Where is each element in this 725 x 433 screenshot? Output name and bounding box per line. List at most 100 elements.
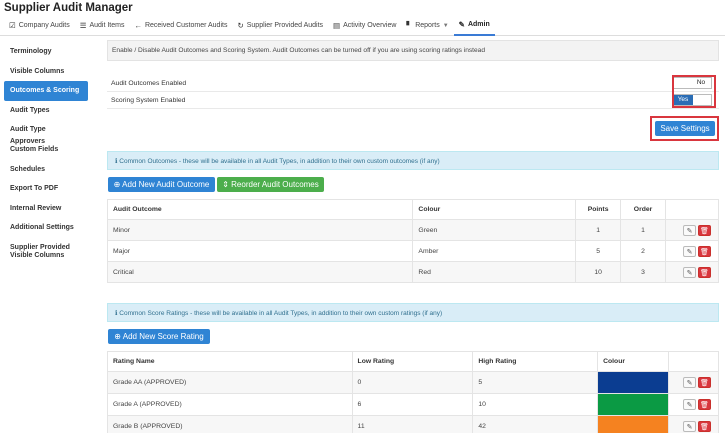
highlight-box-toggles: [672, 75, 716, 108]
outcome-order: 2: [620, 240, 667, 262]
row-actions: ✎ 🗑: [668, 393, 719, 416]
rating-high: 5: [472, 371, 599, 394]
sidebar-item-additional-settings[interactable]: Additional Settings: [4, 218, 88, 238]
sidebar-item-schedules[interactable]: Schedules: [4, 160, 88, 180]
edit-icon[interactable]: ✎: [683, 421, 696, 432]
table-row: Grade AA (APPROVED) 0 5 ✎ 🗑: [107, 371, 719, 394]
nav-audit-items[interactable]: ☰ Audit Items: [75, 16, 130, 36]
add-score-rating-button[interactable]: ⊕ Add New Score Rating: [108, 329, 210, 344]
highlight-box-save: [650, 116, 719, 141]
colour-swatch: [598, 394, 669, 415]
rating-colour-cell: [597, 393, 670, 416]
outcome-points: 5: [575, 240, 622, 262]
table-row: Grade A (APPROVED) 6 10 ✎ 🗑: [107, 393, 719, 416]
col-actions: [668, 351, 719, 372]
row-actions: ✎ 🗑: [665, 240, 719, 262]
table-row: Major Amber 5 2 ✎ 🗑: [106, 240, 719, 262]
sidebar-item-audit-type-approvers[interactable]: Audit Type Approvers: [4, 120, 88, 145]
trash-icon[interactable]: 🗑: [698, 421, 711, 432]
trash-icon[interactable]: 🗑: [698, 266, 711, 278]
col-audit-outcome: Audit Outcome: [106, 199, 414, 220]
sort-icon: ⇕: [222, 180, 229, 189]
info-circle-icon: ℹ: [115, 158, 118, 165]
col-points: Points: [575, 199, 622, 220]
wrench-icon: ✎: [458, 20, 465, 29]
top-nav: ☑ Company Audits ☰ Audit Items ← Received C…: [0, 15, 725, 36]
nav-label: Admin: [467, 21, 490, 28]
col-colour: Colour: [597, 351, 670, 372]
outcomes-table: Audit Outcome Colour Points Order Minor …: [106, 199, 719, 283]
outcome-order: 3: [620, 261, 667, 283]
outcome-points: 1: [575, 219, 622, 241]
nav-supplier-provided-audits[interactable]: ↻ Supplier Provided Audits: [232, 16, 328, 36]
sidebar-item-export-to-pdf[interactable]: Export To PDF: [4, 179, 88, 199]
sidebar-item-visible-columns[interactable]: Visible Columns: [4, 62, 88, 82]
list-icon: ☰: [79, 21, 87, 30]
add-audit-outcome-button[interactable]: ⊕ Add New Audit Outcome: [108, 177, 215, 192]
trash-icon[interactable]: 🗑: [698, 399, 711, 410]
grid-icon: ▤: [333, 21, 341, 30]
nav-admin[interactable]: ✎ Admin: [453, 15, 495, 36]
caret-down-icon: ▼: [442, 22, 449, 29]
col-actions: [665, 199, 719, 220]
settings-description: Enable / Disable Audit Outcomes and Scor…: [107, 40, 719, 61]
colour-swatch: [598, 372, 669, 393]
col-rating-name: Rating Name: [107, 351, 353, 372]
col-colour: Colour: [412, 199, 577, 220]
nav-label: Supplier Provided Audits: [246, 22, 324, 29]
refresh-icon: ↻: [237, 21, 244, 30]
trash-icon[interactable]: 🗑: [698, 245, 711, 257]
row-actions: ✎ 🗑: [665, 219, 719, 241]
ratings-table: Rating Name Low Rating High Rating Colou…: [107, 351, 719, 433]
sidebar-item-supplier-visible-columns[interactable]: Supplier Provided Visible Columns: [4, 238, 88, 266]
nav-received-customer-audits[interactable]: ← Received Customer Audits: [129, 16, 232, 36]
nav-label: Received Customer Audits: [144, 22, 228, 29]
outcomes-info-text: Common Outcomes - these will be availabl…: [119, 158, 440, 165]
edit-icon[interactable]: ✎: [683, 399, 696, 410]
check-square-icon: ☑: [9, 21, 16, 30]
sidebar-item-audit-types[interactable]: Audit Types: [4, 101, 88, 121]
rating-name: Grade A (APPROVED): [107, 393, 353, 416]
nav-label: Company Audits: [18, 22, 70, 29]
outcome-colour: Green: [412, 219, 577, 241]
nav-label: Reports: [415, 22, 440, 29]
rating-colour-cell: [597, 371, 670, 394]
rating-low: 11: [351, 415, 474, 433]
row-actions: ✎ 🗑: [668, 415, 719, 433]
reorder-audit-outcomes-button[interactable]: ⇕ Reorder Audit Outcomes: [217, 177, 324, 192]
nav-company-audits[interactable]: ☑ Company Audits: [4, 16, 75, 36]
table-header-row: Audit Outcome Colour Points Order: [106, 199, 719, 220]
rating-low: 0: [351, 371, 474, 394]
outcomes-enabled-label: Audit Outcomes Enabled: [111, 80, 187, 87]
rating-colour-cell: [597, 415, 670, 433]
file-icon: ▘: [406, 21, 413, 30]
trash-icon[interactable]: 🗑: [698, 224, 711, 236]
plus-circle-icon: ⊕: [114, 332, 121, 341]
sidebar-item-internal-review[interactable]: Internal Review: [4, 199, 88, 219]
main-content: Enable / Disable Audit Outcomes and Scor…: [106, 40, 719, 433]
edit-icon[interactable]: ✎: [683, 245, 696, 257]
edit-icon[interactable]: ✎: [683, 224, 696, 236]
nav-label: Audit Items: [89, 22, 125, 29]
arrow-left-icon: ←: [134, 21, 142, 30]
sidebar-item-terminology[interactable]: Terminology: [4, 42, 88, 62]
sidebar-item-outcomes-scoring[interactable]: Outcomes & Scoring: [4, 81, 88, 101]
outcome-name: Critical: [106, 261, 414, 283]
outcomes-info-bar: ℹ Common Outcomes - these will be availa…: [107, 151, 719, 170]
rating-name: Grade AA (APPROVED): [107, 371, 353, 394]
rating-name: Grade B (APPROVED): [107, 415, 353, 433]
row-actions: ✎ 🗑: [668, 371, 719, 394]
setting-row-scoring: Scoring System Enabled Yes: [107, 92, 719, 109]
trash-icon[interactable]: 🗑: [698, 377, 711, 388]
outcome-name: Minor: [106, 219, 414, 241]
col-order: Order: [620, 199, 667, 220]
edit-icon[interactable]: ✎: [683, 266, 696, 278]
colour-swatch: [598, 416, 669, 433]
nav-reports[interactable]: ▘ Reports ▼: [401, 16, 453, 36]
row-actions: ✎ 🗑: [665, 261, 719, 283]
button-label: Reorder Audit Outcomes: [231, 180, 319, 189]
ratings-info-text: Common Score Ratings - these will be ava…: [119, 310, 443, 317]
nav-activity-overview[interactable]: ▤ Activity Overview: [328, 16, 401, 36]
outcome-colour: Amber: [412, 240, 577, 262]
edit-icon[interactable]: ✎: [683, 377, 696, 388]
